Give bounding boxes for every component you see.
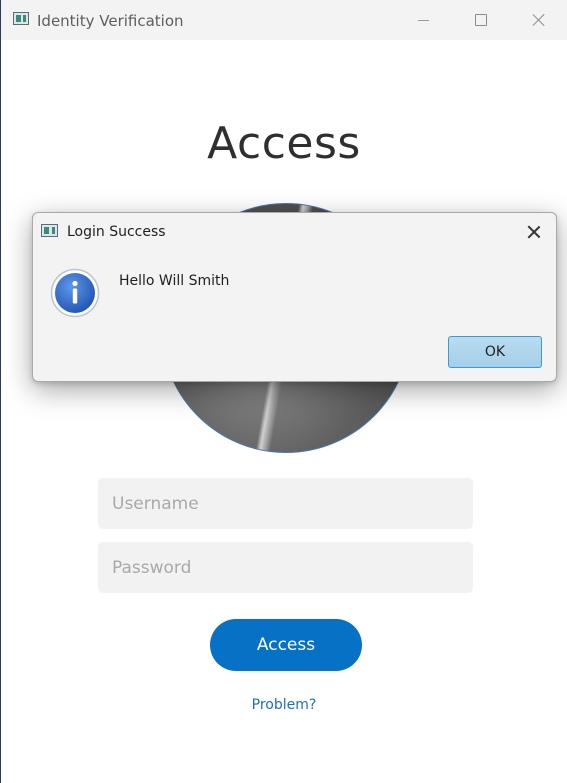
- minimize-button[interactable]: [394, 0, 452, 40]
- page-title: Access: [207, 118, 361, 169]
- main-window: Identity Verification Access Username Pa…: [0, 0, 567, 783]
- problem-link[interactable]: Problem?: [1, 697, 567, 713]
- window-title: Identity Verification: [37, 12, 184, 30]
- username-input[interactable]: Username: [98, 478, 473, 529]
- close-icon: [527, 225, 541, 239]
- problem-link-label[interactable]: Problem?: [252, 697, 317, 713]
- username-placeholder: Username: [112, 493, 199, 514]
- access-button[interactable]: Access: [210, 619, 362, 671]
- app-icon: [13, 12, 29, 25]
- title-bar[interactable]: Identity Verification: [1, 0, 567, 40]
- maximize-icon: [475, 14, 487, 26]
- maximize-button[interactable]: [452, 0, 510, 40]
- password-input[interactable]: Password: [98, 542, 473, 593]
- dialog-title: Login Success: [67, 224, 166, 240]
- close-button[interactable]: [510, 0, 567, 40]
- password-placeholder: Password: [112, 557, 192, 578]
- minimize-icon: [417, 19, 429, 21]
- dialog-message: Hello Will Smith: [119, 273, 230, 289]
- close-icon: [532, 13, 546, 27]
- login-success-dialog: Login Success Hello Will Smith OK: [32, 212, 557, 382]
- dialog-app-icon: [41, 224, 58, 237]
- info-icon: [50, 268, 100, 318]
- ok-button[interactable]: OK: [448, 336, 542, 368]
- dialog-close-button[interactable]: [521, 219, 547, 245]
